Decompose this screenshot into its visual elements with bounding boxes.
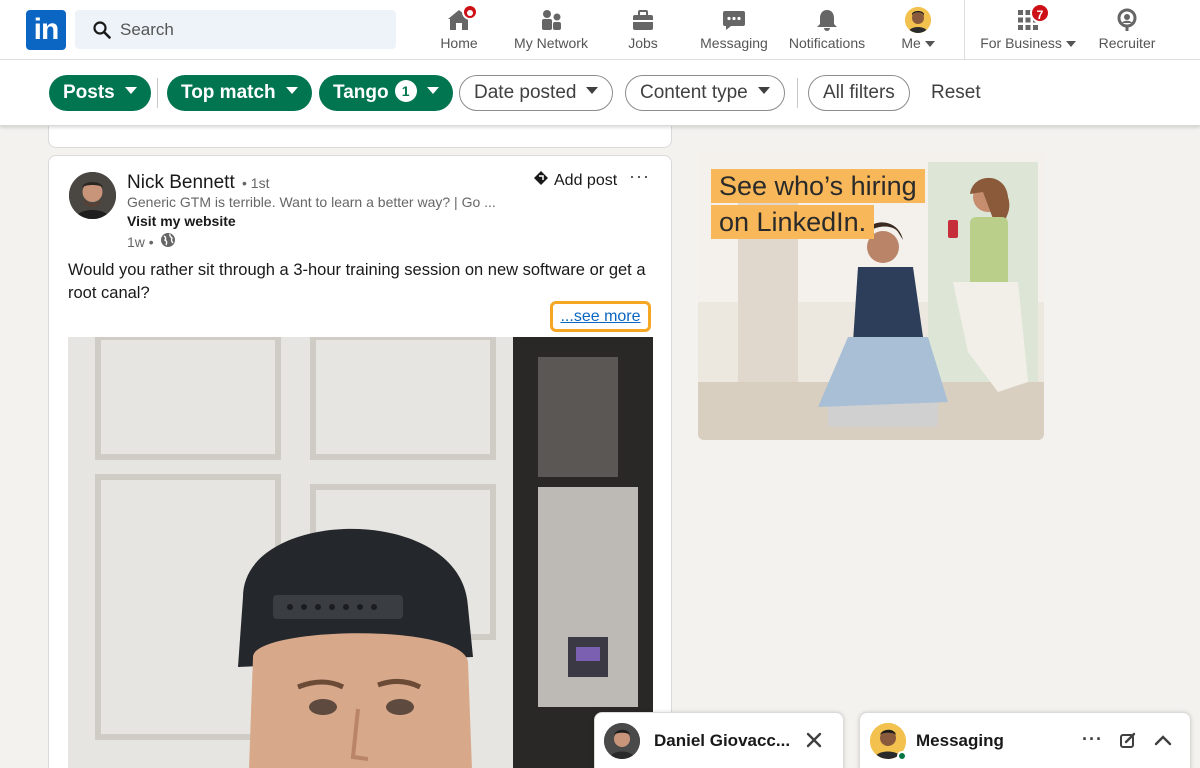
filter-tango[interactable]: Tango 1 [319, 75, 453, 111]
search-input[interactable] [120, 10, 390, 49]
search-filter-bar: Posts Top match Tango 1 Date posted Conte… [0, 60, 1200, 126]
nav-me[interactable]: Me [894, 0, 942, 60]
all-filters-button[interactable]: All filters [808, 75, 910, 111]
avatar [905, 7, 931, 33]
messaging-more-button[interactable]: ··· [1082, 729, 1103, 750]
caret-down-icon [285, 87, 298, 95]
connection-degree: • 1st [242, 175, 270, 191]
reset-button[interactable]: Reset [931, 75, 981, 111]
caret-down-icon [124, 87, 137, 95]
nav-label: Me [894, 35, 942, 51]
filter-count-badge: 1 [394, 79, 417, 102]
nav-label: For Business [978, 35, 1078, 51]
filter-divider [157, 78, 158, 108]
chevron-down-icon [924, 41, 935, 48]
author-name[interactable]: Nick Bennett [127, 172, 235, 193]
contact-name: Daniel Giovacc... [654, 731, 791, 750]
filter-divider [797, 78, 798, 108]
business-badge: 7 [1030, 3, 1050, 23]
nav-label: Recruiter [1098, 35, 1156, 51]
post-image[interactable] [68, 337, 653, 768]
chat-tab-daniel[interactable]: Daniel Giovacc... [594, 712, 844, 768]
filter-content-type[interactable]: Content type [625, 75, 785, 111]
post-more-options-button[interactable]: ··· [629, 166, 650, 187]
see-more-link[interactable]: ...see more [550, 301, 651, 332]
nav-label: Jobs [628, 35, 658, 51]
nav-label: My Network [514, 35, 588, 51]
nav-divider [964, 0, 965, 60]
contact-avatar [604, 723, 640, 759]
nav-notifications[interactable]: Notifications [784, 0, 870, 60]
search-icon [93, 21, 111, 44]
nav-messaging[interactable]: Messaging [698, 0, 770, 60]
briefcase-icon [630, 7, 656, 33]
home-notification-dot [462, 4, 478, 20]
network-icon [538, 7, 564, 33]
ad-headline-line2: on LinkedIn. [711, 205, 875, 239]
messaging-label: Messaging [916, 731, 1004, 750]
diamond-icon [534, 171, 548, 190]
hiring-ad[interactable]: See who’s hiring on LinkedIn. [698, 152, 1044, 440]
add-post-label: Add post [554, 171, 618, 189]
chevron-down-icon [1065, 41, 1076, 48]
online-status-dot [897, 751, 907, 761]
linkedin-logo[interactable]: in [26, 10, 66, 50]
nav-jobs[interactable]: Jobs [620, 0, 666, 60]
filter-date-posted[interactable]: Date posted [459, 75, 614, 111]
search-box[interactable] [75, 10, 396, 49]
post-meta: 1w • [127, 232, 176, 251]
caret-down-icon [757, 87, 770, 95]
messaging-icon [721, 7, 747, 33]
nav-my-network[interactable]: My Network [510, 0, 592, 60]
close-icon[interactable] [805, 731, 823, 754]
bell-icon [814, 7, 840, 33]
recruiter-icon [1114, 7, 1140, 33]
author-line: Nick Bennett • 1st [127, 172, 269, 194]
post-text: Would you rather sit through a 3-hour tr… [68, 261, 646, 302]
filter-top-match[interactable]: Top match [167, 75, 312, 111]
chevron-up-icon[interactable] [1154, 733, 1172, 751]
nav-label: Notifications [788, 35, 866, 51]
globe-icon [160, 232, 176, 251]
author-headline: Generic GTM is terrible. Want to learn a… [127, 194, 496, 210]
nav-label: Home [440, 35, 478, 51]
compose-icon[interactable] [1119, 731, 1137, 754]
author-avatar[interactable] [69, 172, 116, 219]
post-card: Nick Bennett • 1st Generic GTM is terrib… [48, 155, 672, 768]
caret-down-icon [586, 87, 599, 95]
filter-posts[interactable]: Posts [49, 75, 151, 111]
nav-recruiter[interactable]: Recruiter [1094, 0, 1160, 60]
post-time: 1w • [127, 233, 154, 250]
global-nav: in Home My Network Jobs Messaging [0, 0, 1200, 60]
nav-home[interactable]: Home [432, 0, 486, 60]
visit-website-link[interactable]: Visit my website [127, 213, 236, 229]
caret-down-icon [426, 87, 439, 95]
messaging-overlay[interactable]: Messaging ··· [859, 712, 1191, 768]
ad-headline-line1: See who’s hiring [711, 169, 925, 203]
add-post-button[interactable]: Add post [534, 171, 617, 190]
nav-for-business[interactable]: 7 For Business [978, 0, 1078, 60]
nav-label: Messaging [700, 35, 768, 51]
